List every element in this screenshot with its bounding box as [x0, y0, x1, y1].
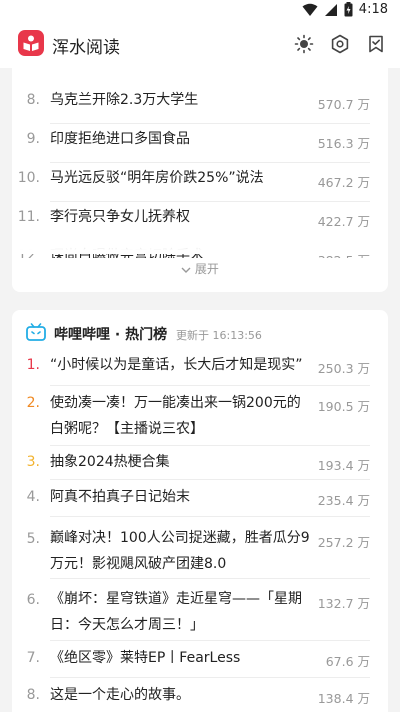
item-title[interactable]: 乌克兰开除2.3万大学生 — [50, 87, 198, 113]
expand-label: 展开 — [194, 262, 219, 276]
trending-card-bilibili: 哔哩哔哩 · 热门榜 更新于 16:13:56 1. “小时候以为是童话，长大后… — [12, 310, 388, 712]
status-bar: 4:18 — [0, 0, 400, 24]
item-title[interactable]: 巅峰对决！100人公司捉迷藏，胜者瓜分9万元！影视飓风破产团建8.0 — [50, 525, 312, 577]
item-rank: 7. — [26, 650, 40, 666]
item-title[interactable]: 李行亮只争女儿抚养权 — [50, 204, 190, 230]
card-header: 哔哩哔哩 · 热门榜 更新于 16:13:56 — [26, 322, 376, 344]
list-item[interactable]: 3. 抽象2024热梗合集 193.4 万 — [12, 446, 388, 480]
status-time: 4:18 — [358, 2, 388, 17]
item-heat: 67.6 万 — [325, 654, 370, 669]
chevron-down-icon — [181, 267, 191, 273]
list-item[interactable]: 5. 巅峰对决！100人公司捉迷藏，胜者瓜分9万元！影视飓风破产团建8.0 25… — [12, 517, 388, 579]
list-item[interactable]: 8. 这是一个走心的故事。 138.4 万 — [12, 678, 388, 712]
item-heat: 235.4 万 — [317, 493, 370, 508]
item-heat: 138.4 万 — [317, 691, 370, 706]
wifi-icon — [302, 3, 318, 16]
status-icons: 4:18 — [302, 2, 388, 17]
list-item[interactable]: 7. 《绝区零》莱特EP丨FearLess 67.6 万 — [12, 641, 388, 678]
item-heat: 193.4 万 — [317, 458, 370, 473]
list-item[interactable]: 1. “小时候以为是童话，长大后才知是现实” 250.3 万 — [12, 350, 388, 386]
item-rank: 5. — [26, 531, 40, 547]
source-title: 哔哩哔哩 · 热门榜 — [54, 327, 168, 343]
item-rank: 10. — [17, 170, 40, 186]
item-rank: 11. — [17, 209, 40, 225]
list-item[interactable]: 8. 乌克兰开除2.3万大学生 570.7 万 — [12, 84, 388, 124]
item-title[interactable]: 《绝区零》莱特EP丨FearLess — [50, 645, 240, 671]
item-heat: 132.7 万 — [317, 596, 370, 611]
item-rank: 2. — [26, 395, 40, 411]
item-rank: 9. — [26, 131, 40, 147]
brightness-icon[interactable] — [294, 34, 314, 54]
settings-icon[interactable] — [330, 34, 350, 54]
app-title: 浑水阅读 — [52, 38, 120, 58]
list-item[interactable]: 2. 使劲凑一凑！万一能凑出来一锅200元的白粥呢？【主播说三农】 190.5 … — [12, 386, 388, 446]
item-rank: 1. — [26, 357, 40, 373]
item-title[interactable]: 使劲凑一凑！万一能凑出来一锅200元的白粥呢？【主播说三农】 — [50, 390, 312, 442]
item-rank: 8. — [26, 687, 40, 703]
item-heat: 257.2 万 — [317, 535, 370, 550]
item-rank: 8. — [26, 92, 40, 108]
item-title[interactable]: 阿真不拍真子日记始末 — [50, 484, 190, 510]
battery-icon — [344, 2, 353, 17]
item-heat: 570.7 万 — [317, 97, 370, 112]
list-item[interactable]: 10. 马光远反驳“明年房价跌25%”说法 467.2 万 — [12, 163, 388, 202]
item-title[interactable]: 这是一个走心的故事。 — [50, 682, 190, 708]
item-title[interactable]: 《崩坏：星穹铁道》走近星穹——「星期日：今天怎么才周三！」 — [50, 586, 312, 638]
bookmark-icon[interactable] — [366, 34, 386, 54]
item-heat: 467.2 万 — [317, 175, 370, 190]
list-item[interactable]: 4. 阿真不拍真子日记始末 235.4 万 — [12, 480, 388, 517]
item-title[interactable]: “小时候以为是童话，长大后才知是现实” — [50, 352, 303, 378]
list-item[interactable]: 9. 印度拒绝进口多国食品 516.3 万 — [12, 124, 388, 163]
item-heat: 190.5 万 — [317, 399, 370, 414]
item-rank: 3. — [26, 454, 40, 470]
list-item[interactable]: 6. 《崩坏：星穹铁道》走近星穹——「星期日：今天怎么才周三！」 132.7 万 — [12, 579, 388, 641]
item-heat: 516.3 万 — [317, 136, 370, 151]
item-heat: 250.3 万 — [317, 361, 370, 376]
list-fade-overlay — [12, 228, 388, 254]
item-title[interactable]: 印度拒绝进口多国食品 — [50, 126, 190, 152]
update-time: 更新于 16:13:56 — [176, 329, 262, 342]
item-title[interactable]: 马光远反驳“明年房价跌25%”说法 — [50, 165, 264, 191]
item-rank: 4. — [26, 489, 40, 505]
signal-icon — [324, 3, 337, 16]
bilibili-tv-icon — [26, 323, 46, 341]
trending-card-1: 8. 乌克兰开除2.3万大学生 570.7 万 9. 印度拒绝进口多国食品 51… — [12, 58, 388, 292]
book-icon — [18, 30, 44, 56]
item-rank: 6. — [26, 592, 40, 608]
expand-button[interactable]: 展开 — [12, 260, 388, 277]
item-title[interactable]: 抽象2024热梗合集 — [50, 449, 170, 475]
